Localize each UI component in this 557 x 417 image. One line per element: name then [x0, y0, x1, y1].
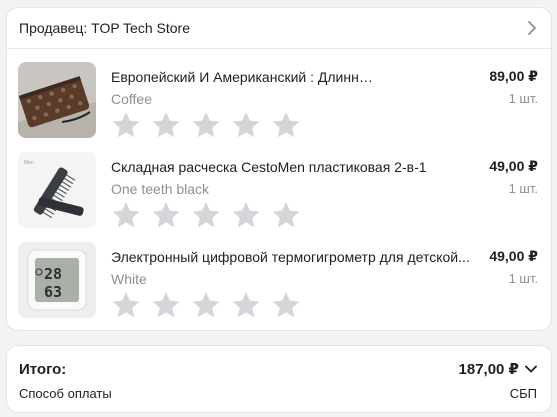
star-icon[interactable]: [271, 200, 301, 230]
star-icon[interactable]: [151, 200, 181, 230]
product-price: 49,00 ₽: [489, 248, 538, 264]
star-icon[interactable]: [231, 200, 261, 230]
product-price: 49,00 ₽: [489, 158, 538, 174]
total-amount: 187,00 ₽: [458, 361, 519, 378]
star-icon[interactable]: [151, 110, 181, 140]
thermometer-temp-readout: 28: [44, 265, 62, 283]
star-icon[interactable]: [191, 290, 221, 320]
star-icon[interactable]: [231, 110, 261, 140]
rating-stars: [111, 290, 301, 320]
total-row: Итого: 187,00 ₽: [19, 360, 537, 378]
product-quantity: 1 шт.: [508, 181, 538, 196]
star-icon[interactable]: [111, 200, 141, 230]
product-image-thermometer[interactable]: 28 63: [18, 242, 96, 318]
product-title[interactable]: Складная расческа CestoMen пластиковая 2…: [111, 159, 473, 175]
product-price: 89,00 ₽: [489, 68, 538, 84]
thermometer-humidity-readout: 63: [44, 283, 62, 301]
payment-method-label: Способ оплаты: [19, 386, 112, 401]
rating-stars: [111, 110, 301, 140]
seller-header[interactable]: Продавец: TOP Tech Store: [7, 8, 551, 49]
total-value-toggle[interactable]: 187,00 ₽: [459, 360, 537, 378]
star-icon[interactable]: [191, 110, 221, 140]
product-variant: White: [111, 271, 147, 287]
star-icon[interactable]: [111, 110, 141, 140]
product-variant: One teeth black: [111, 181, 210, 197]
order-item: Men Складная расческа CestoMen пластиков…: [7, 152, 551, 238]
chevron-right-icon: [525, 21, 539, 35]
product-image-comb[interactable]: Men: [18, 152, 96, 228]
product-image-wallet[interactable]: [18, 62, 96, 138]
star-icon[interactable]: [271, 110, 301, 140]
order-item: Европейский И Американский : Длинный... …: [7, 62, 551, 148]
svg-text:Men: Men: [24, 160, 34, 166]
total-label: Итого:: [19, 360, 67, 378]
product-title[interactable]: Электронный цифровой термогигрометр для …: [111, 249, 473, 265]
order-summary-card: Итого: 187,00 ₽ Способ оплаты СБП: [6, 345, 552, 413]
star-icon[interactable]: [191, 200, 221, 230]
star-icon[interactable]: [231, 290, 261, 320]
chevron-down-icon: [525, 365, 537, 373]
star-icon[interactable]: [111, 290, 141, 320]
payment-method-value: СБП: [509, 386, 537, 401]
product-variant: Coffee: [111, 91, 152, 107]
product-quantity: 1 шт.: [508, 91, 538, 106]
seller-name: Продавец: TOP Tech Store: [19, 20, 190, 36]
product-title[interactable]: Европейский И Американский : Длинный...: [111, 69, 373, 85]
seller-order-card: Продавец: TOP Tech Store Европейский И А…: [6, 7, 552, 331]
payment-method-row: Способ оплаты СБП: [19, 386, 537, 401]
rating-stars: [111, 200, 301, 230]
order-item: 28 63 Электронный цифровой термогигромет…: [7, 242, 551, 328]
star-icon[interactable]: [151, 290, 181, 320]
star-icon[interactable]: [271, 290, 301, 320]
product-quantity: 1 шт.: [508, 271, 538, 286]
